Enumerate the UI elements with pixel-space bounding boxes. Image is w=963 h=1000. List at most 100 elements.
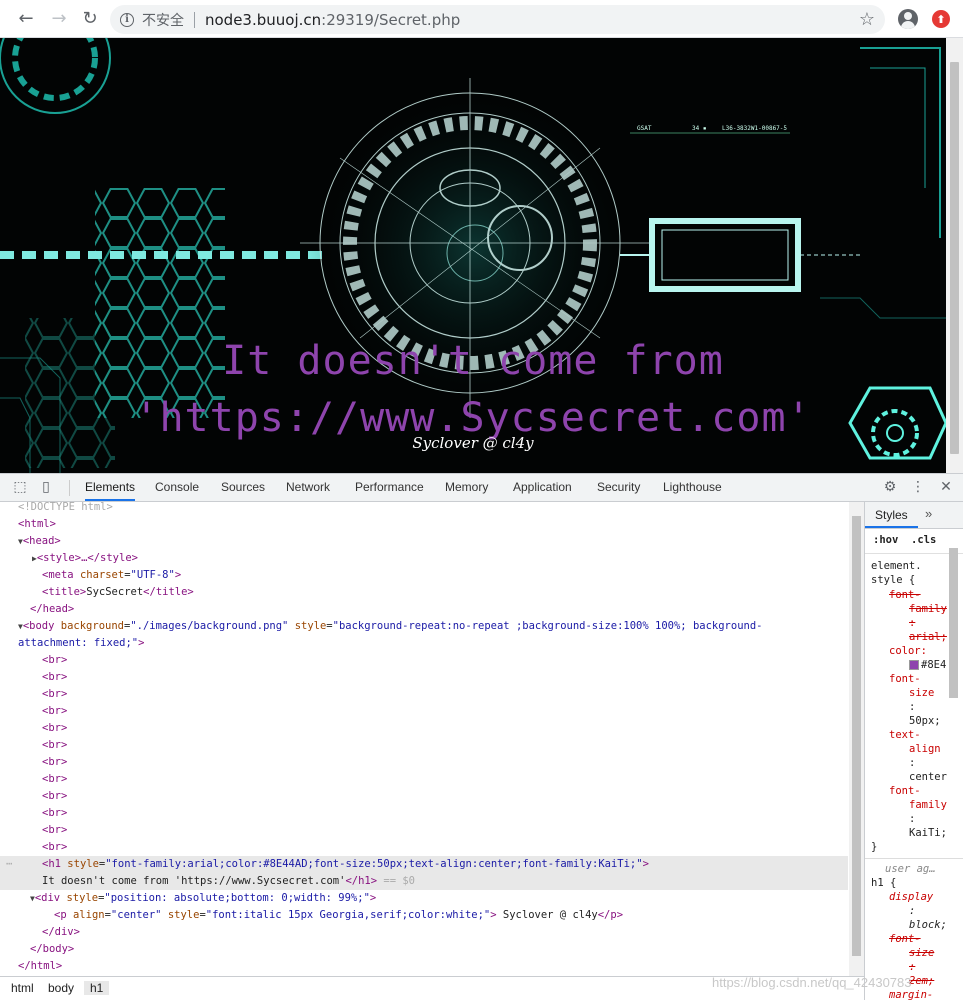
hud-label: 34 ▪ xyxy=(692,125,706,132)
tab-security[interactable]: Security xyxy=(597,474,640,501)
dom-node-meta[interactable]: <meta charset="UTF-8"> xyxy=(0,567,848,584)
style-line[interactable]: #8E4 xyxy=(909,658,946,672)
dom-node-body[interactable]: ▼<body background="./images/background.p… xyxy=(0,618,848,635)
style-line[interactable]: : xyxy=(909,700,915,714)
elements-scrollbar-thumb[interactable] xyxy=(852,516,861,956)
breadcrumb-html[interactable]: html xyxy=(11,981,34,995)
ua-style-line: h1 { xyxy=(871,877,897,889)
address-bar[interactable]: i 不安全 node3.buuoj.cn:29319/Secret.php ☆ xyxy=(110,5,885,34)
cls-toggle[interactable]: .cls xyxy=(911,534,936,546)
tab-performance[interactable]: Performance xyxy=(355,474,424,501)
signature-text: Syclover @ cl4y xyxy=(412,434,534,452)
style-line[interactable]: 50px; xyxy=(909,714,941,728)
dom-node-br[interactable]: <br> xyxy=(0,686,848,703)
user-agent-label: user ag… xyxy=(885,863,936,875)
dom-node-head[interactable]: ▼<head> xyxy=(0,533,848,550)
hud-label: L36-3832W1-00867-5 xyxy=(722,125,787,132)
breadcrumb-body[interactable]: body xyxy=(48,981,74,995)
dom-node-br[interactable]: <br> xyxy=(0,652,848,669)
dom-node-br[interactable]: <br> xyxy=(0,703,848,720)
dom-node-div-close[interactable]: </div> xyxy=(0,924,848,941)
ua-style-line: : xyxy=(909,905,916,917)
profile-avatar-icon[interactable] xyxy=(898,9,918,29)
style-line[interactable]: center xyxy=(909,770,947,784)
more-options-icon[interactable]: ⋮ xyxy=(910,479,926,495)
styles-scrollbar-thumb[interactable] xyxy=(949,548,958,698)
hov-toggle[interactable]: :hov xyxy=(873,534,898,546)
ua-style-line: display xyxy=(889,891,934,903)
tab-network[interactable]: Network xyxy=(286,474,330,501)
settings-gear-icon[interactable]: ⚙ xyxy=(882,479,898,495)
dom-node-p[interactable]: <p align="center" style="font:italic 15p… xyxy=(0,907,848,924)
style-line[interactable]: align xyxy=(909,742,941,756)
style-line[interactable]: : xyxy=(909,616,915,630)
elements-scrollbar[interactable] xyxy=(849,502,864,976)
color-swatch-icon[interactable] xyxy=(909,660,919,670)
url-path[interactable]: :29319/Secret.php xyxy=(321,11,460,29)
dom-node-body-cont[interactable]: attachment: fixed;"> xyxy=(0,635,848,652)
tab-sources[interactable]: Sources xyxy=(221,474,265,501)
breadcrumb-h1[interactable]: h1 xyxy=(84,981,110,995)
style-line[interactable]: : xyxy=(909,812,915,826)
dom-node-head-close[interactable]: </head> xyxy=(0,601,848,618)
dom-node-br[interactable]: <br> xyxy=(0,839,848,856)
devtools-panel: ⬚ ▯ Elements Console Sources Network Per… xyxy=(0,473,963,1000)
devtools-tabbar: ⬚ ▯ Elements Console Sources Network Per… xyxy=(0,474,963,502)
tab-styles[interactable]: Styles xyxy=(865,502,918,528)
info-icon[interactable]: i xyxy=(120,12,134,27)
styles-scrollbar[interactable] xyxy=(946,540,960,980)
dom-node-br[interactable]: <br> xyxy=(0,720,848,737)
node-menu-icon[interactable]: ⋯ xyxy=(6,856,12,873)
tab-memory[interactable]: Memory xyxy=(445,474,488,501)
style-line[interactable]: text- xyxy=(889,728,921,742)
dom-node-html[interactable]: <html> xyxy=(0,516,848,533)
style-line[interactable]: font- xyxy=(889,784,921,798)
dom-node-br[interactable]: <br> xyxy=(0,771,848,788)
dom-node-br[interactable]: <br> xyxy=(0,754,848,771)
ua-style-line: font- xyxy=(889,933,921,945)
page-scrollbar-thumb[interactable] xyxy=(950,62,959,454)
more-tabs-icon[interactable]: » xyxy=(925,506,932,521)
dom-node-h1-text[interactable]: It doesn't come from 'https://www.Sycsec… xyxy=(0,873,848,890)
url-host[interactable]: node3.buuoj.cn xyxy=(205,11,321,29)
tab-elements[interactable]: Elements xyxy=(85,474,136,501)
dom-node-h1-selected[interactable]: ⋯ <h1 style="font-family:arial;color:#8E4… xyxy=(0,856,848,873)
browser-toolbar: ← → ↻ i 不安全 node3.buuoj.cn:29319/Secret.… xyxy=(0,0,963,38)
style-line[interactable]: font- xyxy=(889,588,921,602)
dom-node-doctype[interactable]: <!DOCTYPE html> xyxy=(0,502,848,516)
style-line[interactable]: family xyxy=(909,602,947,616)
tab-console[interactable]: Console xyxy=(155,474,199,501)
tab-application[interactable]: Application xyxy=(513,474,572,501)
bookmark-star-icon[interactable]: ☆ xyxy=(859,9,875,30)
dom-node-br[interactable]: <br> xyxy=(0,805,848,822)
dom-node-style[interactable]: ▶<style>…</style> xyxy=(0,550,848,567)
style-line[interactable]: size xyxy=(909,686,934,700)
tabbar-separator xyxy=(69,480,70,496)
close-icon[interactable]: ✕ xyxy=(938,479,954,495)
forward-icon[interactable]: → xyxy=(47,7,71,31)
dom-node-br[interactable]: <br> xyxy=(0,737,848,754)
style-line[interactable]: color: xyxy=(889,644,927,658)
heading-line-1: It doesn't come from xyxy=(222,338,724,384)
dom-node-br[interactable]: <br> xyxy=(0,788,848,805)
page-scrollbar[interactable] xyxy=(946,38,963,473)
tab-lighthouse[interactable]: Lighthouse xyxy=(663,474,722,501)
dom-node-title[interactable]: <title>SycSecret</title> xyxy=(0,584,848,601)
back-icon[interactable]: ← xyxy=(14,7,38,31)
dom-node-div[interactable]: ▼<div style="position: absolute;bottom: … xyxy=(0,890,848,907)
dom-node-html-close[interactable]: </html> xyxy=(0,958,848,975)
hud-label: GSAT xyxy=(637,125,652,132)
device-toolbar-icon[interactable]: ▯ xyxy=(38,479,54,495)
style-line[interactable]: KaiTi; xyxy=(909,826,947,840)
dom-node-br[interactable]: <br> xyxy=(0,669,848,686)
style-line[interactable]: : xyxy=(909,756,915,770)
security-label[interactable]: 不安全 xyxy=(142,10,184,30)
style-line[interactable]: family xyxy=(909,798,947,812)
reload-icon[interactable]: ↻ xyxy=(78,7,102,31)
style-line[interactable]: arial; xyxy=(909,630,947,644)
dom-node-body-close[interactable]: </body> xyxy=(0,941,848,958)
dom-node-br[interactable]: <br> xyxy=(0,822,848,839)
style-line[interactable]: font- xyxy=(889,672,921,686)
inspect-element-icon[interactable]: ⬚ xyxy=(12,479,28,495)
extension-icon[interactable]: ⬆ xyxy=(932,10,950,28)
